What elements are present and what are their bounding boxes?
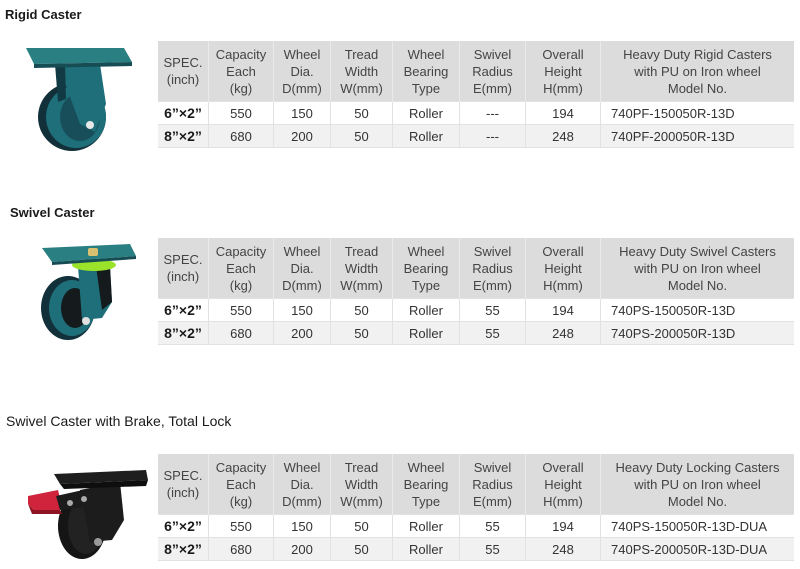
cell-bearing: Roller	[392, 537, 460, 561]
header-bearing-type: Wheel Bearing Type	[392, 454, 460, 515]
cell-swivel: 55	[459, 537, 526, 561]
cell-spec: 8”×2”	[158, 321, 209, 345]
header-wheel-dia: Wheel Dia. D(mm)	[273, 238, 331, 299]
cell-bearing: Roller	[392, 101, 460, 125]
cell-capacity: 680	[208, 537, 274, 561]
header-overall-height: Overall Height H(mm)	[525, 238, 601, 299]
cell-capacity: 550	[208, 514, 274, 538]
cell-capacity: 680	[208, 124, 274, 148]
spec-table-swivel: SPEC. (inch) Capacity Each (kg) Wheel Di…	[158, 238, 794, 345]
cell-bearing: Roller	[392, 514, 460, 538]
header-model-no: Heavy Duty Locking Casters with PU on Ir…	[600, 454, 794, 515]
swivel-caster-image	[41, 244, 136, 340]
cell-tread: 50	[330, 298, 393, 322]
header-spec: SPEC. (inch)	[158, 41, 209, 102]
cell-swivel: ---	[459, 101, 526, 125]
cell-model: 740PF-200050R-13D	[600, 124, 794, 148]
section-title-swivel: Swivel Caster	[10, 205, 95, 220]
header-overall-height: Overall Height H(mm)	[525, 454, 601, 515]
cell-spec: 6”×2”	[158, 101, 209, 125]
cell-capacity: 550	[208, 101, 274, 125]
cell-height: 194	[525, 298, 601, 322]
cell-tread: 50	[330, 321, 393, 345]
table-row: 8”×2” 680 200 50 Roller 55 248 740PS-200…	[158, 537, 794, 561]
cell-wheel-dia: 200	[273, 124, 331, 148]
cell-model: 740PS-150050R-13D	[600, 298, 794, 322]
header-tread-width: Tread Width W(mm)	[330, 454, 393, 515]
cell-swivel: 55	[459, 514, 526, 538]
cell-wheel-dia: 150	[273, 298, 331, 322]
cell-bearing: Roller	[392, 124, 460, 148]
cell-swivel: 55	[459, 321, 526, 345]
table-row: 8”×2” 680 200 50 Roller 55 248 740PS-200…	[158, 321, 794, 345]
rigid-caster-image	[26, 48, 132, 151]
header-bearing-type: Wheel Bearing Type	[392, 238, 460, 299]
header-bearing-type: Wheel Bearing Type	[392, 41, 460, 102]
header-capacity: Capacity Each (kg)	[208, 454, 274, 515]
cell-height: 194	[525, 514, 601, 538]
cell-model: 740PS-150050R-13D-DUA	[600, 514, 794, 538]
cell-spec: 8”×2”	[158, 537, 209, 561]
header-spec: SPEC. (inch)	[158, 454, 209, 515]
cell-bearing: Roller	[392, 321, 460, 345]
cell-capacity: 680	[208, 321, 274, 345]
cell-wheel-dia: 150	[273, 101, 331, 125]
cell-tread: 50	[330, 101, 393, 125]
header-wheel-dia: Wheel Dia. D(mm)	[273, 41, 331, 102]
header-capacity: Capacity Each (kg)	[208, 41, 274, 102]
cell-wheel-dia: 200	[273, 321, 331, 345]
spec-table-rigid: SPEC. (inch) Capacity Each (kg) Wheel Di…	[158, 41, 794, 148]
header-wheel-dia: Wheel Dia. D(mm)	[273, 454, 331, 515]
cell-height: 248	[525, 124, 601, 148]
table-row: 6”×2” 550 150 50 Roller 55 194 740PS-150…	[158, 298, 794, 322]
cell-model: 740PF-150050R-13D	[600, 101, 794, 125]
header-swivel-radius: Swivel Radius E(mm)	[459, 454, 526, 515]
header-overall-height: Overall Height H(mm)	[525, 41, 601, 102]
cell-swivel: 55	[459, 298, 526, 322]
cell-height: 248	[525, 321, 601, 345]
header-model-no: Heavy Duty Rigid Casters with PU on Iron…	[600, 41, 794, 102]
cell-spec: 8”×2”	[158, 124, 209, 148]
header-spec: SPEC. (inch)	[158, 238, 209, 299]
header-swivel-radius: Swivel Radius E(mm)	[459, 238, 526, 299]
header-tread-width: Tread Width W(mm)	[330, 41, 393, 102]
cell-tread: 50	[330, 124, 393, 148]
table-row: 8”×2” 680 200 50 Roller --- 248 740PF-20…	[158, 124, 794, 148]
cell-capacity: 550	[208, 298, 274, 322]
header-capacity: Capacity Each (kg)	[208, 238, 274, 299]
cell-bearing: Roller	[392, 298, 460, 322]
section-title-rigid: Rigid Caster	[5, 7, 82, 22]
locking-caster-image	[28, 470, 148, 559]
section-title-locking: Swivel Caster with Brake, Total Lock	[6, 413, 232, 429]
cell-height: 194	[525, 101, 601, 125]
cell-model: 740PS-200050R-13D-DUA	[600, 537, 794, 561]
header-model-no: Heavy Duty Swivel Casters with PU on Iro…	[600, 238, 794, 299]
table-row: 6”×2” 550 150 50 Roller 55 194 740PS-150…	[158, 514, 794, 538]
cell-tread: 50	[330, 514, 393, 538]
cell-wheel-dia: 150	[273, 514, 331, 538]
cell-tread: 50	[330, 537, 393, 561]
table-row: 6”×2” 550 150 50 Roller --- 194 740PF-15…	[158, 101, 794, 125]
cell-spec: 6”×2”	[158, 514, 209, 538]
spec-table-locking: SPEC. (inch) Capacity Each (kg) Wheel Di…	[158, 454, 794, 561]
cell-spec: 6”×2”	[158, 298, 209, 322]
cell-wheel-dia: 200	[273, 537, 331, 561]
header-tread-width: Tread Width W(mm)	[330, 238, 393, 299]
cell-model: 740PS-200050R-13D	[600, 321, 794, 345]
cell-swivel: ---	[459, 124, 526, 148]
cell-height: 248	[525, 537, 601, 561]
header-swivel-radius: Swivel Radius E(mm)	[459, 41, 526, 102]
